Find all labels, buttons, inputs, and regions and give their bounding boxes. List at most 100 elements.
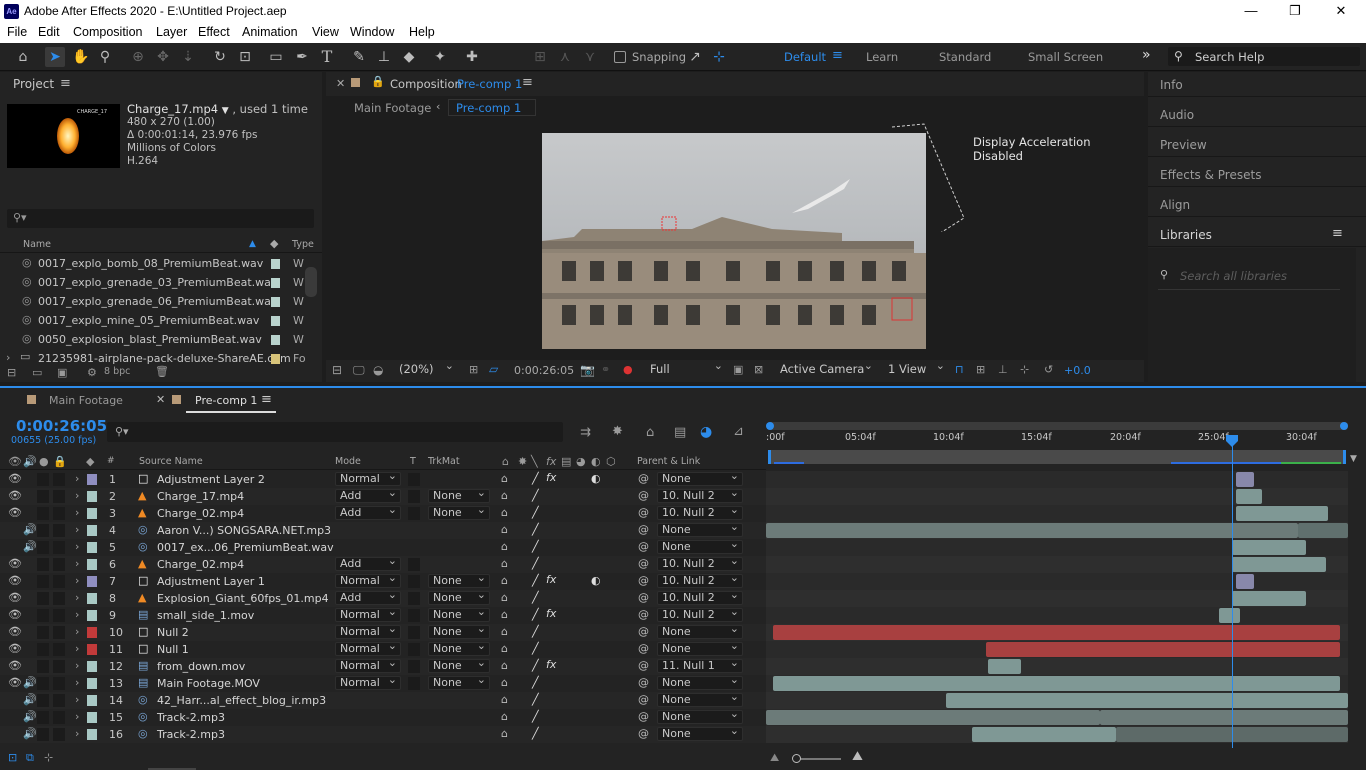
- view-layout-dropdown[interactable]: 1 View: [884, 360, 948, 379]
- parent-dropdown[interactable]: None: [657, 640, 743, 656]
- track-row[interactable]: [766, 641, 1348, 658]
- track-matte-dropdown[interactable]: None: [428, 606, 490, 622]
- shy-switch-icon[interactable]: ⌂: [501, 676, 508, 689]
- layer-duration-bar[interactable]: [1298, 523, 1348, 538]
- preserve-transparency-box[interactable]: [408, 626, 420, 639]
- layer-name[interactable]: Track-2.mp3: [157, 711, 225, 724]
- preserve-transparency-box[interactable]: [408, 507, 420, 520]
- layer-row[interactable]: 👁 › 1 □ Adjustment Layer 2 Normal ⌂ ╱ fx ◐ @ None: [0, 470, 766, 488]
- more-workspaces-icon[interactable]: »: [1142, 47, 1151, 63]
- expand-arrow-icon[interactable]: ›: [75, 693, 79, 706]
- track-row[interactable]: [766, 505, 1348, 522]
- blend-mode-dropdown[interactable]: Add: [335, 487, 401, 503]
- track-matte-dropdown[interactable]: None: [428, 589, 490, 605]
- workspace-default[interactable]: Default: [784, 50, 826, 64]
- reset-exposure-icon[interactable]: ↺: [1044, 363, 1053, 376]
- expand-arrow-icon[interactable]: ›: [75, 472, 79, 485]
- blend-mode-dropdown[interactable]: Normal: [335, 606, 401, 622]
- track-matte-dropdown[interactable]: None: [428, 674, 490, 690]
- parent-dropdown[interactable]: None: [657, 623, 743, 639]
- shy-switch-icon[interactable]: ⌂: [501, 523, 508, 536]
- parent-dropdown[interactable]: None: [657, 691, 743, 707]
- blend-mode-dropdown[interactable]: Normal: [335, 470, 401, 486]
- blend-mode-dropdown[interactable]: Normal: [335, 572, 401, 588]
- brush-tool-icon[interactable]: ✎: [349, 47, 369, 67]
- comp-tab-name[interactable]: Pre-comp 1: [457, 77, 522, 91]
- label-swatch[interactable]: [87, 593, 97, 604]
- pickwhip-icon[interactable]: @: [638, 506, 649, 519]
- pickwhip-icon[interactable]: @: [638, 591, 649, 604]
- shy-switch-icon[interactable]: ⌂: [501, 727, 508, 740]
- quality-switch-icon[interactable]: ╱: [532, 523, 539, 536]
- snap-edges-icon[interactable]: ↗: [685, 47, 705, 67]
- current-time[interactable]: 0:00:26:05: [16, 417, 107, 435]
- project-scrollbar[interactable]: [305, 267, 317, 297]
- lock-box[interactable]: [53, 473, 65, 486]
- comp-flowchart-icon[interactable]: ⊞: [976, 363, 985, 376]
- menu-view[interactable]: View: [312, 25, 339, 39]
- layer-row[interactable]: 🔊 › 14 ◎ 42_Harr...al_effect_blog_ir.mp3 ⌂ ╱ @ N…: [0, 691, 766, 709]
- parent-dropdown[interactable]: 10. Null 2: [657, 504, 743, 520]
- preserve-transparency-box[interactable]: [408, 558, 420, 571]
- pickwhip-icon[interactable]: @: [638, 489, 649, 502]
- parent-dropdown[interactable]: None: [657, 674, 743, 690]
- comp-marker-icon[interactable]: ▼: [1350, 454, 1357, 464]
- transfer-controls-icon[interactable]: ⧉: [26, 751, 34, 765]
- layer-duration-bar[interactable]: [1232, 540, 1306, 555]
- quality-switch-icon[interactable]: ╱: [532, 710, 539, 723]
- close-button[interactable]: ✕: [1318, 0, 1364, 23]
- lock-box[interactable]: [53, 558, 65, 571]
- layer-row[interactable]: 🔊 › 4 ◎ Aaron V...) SONGSARA.NET.mp3 ⌂ ╱ @ None: [0, 521, 766, 539]
- rectangle-tool-icon[interactable]: ▭: [266, 47, 286, 67]
- lock-box[interactable]: [53, 575, 65, 588]
- lock-box[interactable]: [53, 490, 65, 503]
- new-comp-icon[interactable]: ▣: [57, 366, 67, 379]
- layer-name[interactable]: Main Footage.MOV: [157, 677, 260, 690]
- quality-switch-icon[interactable]: ╱: [532, 727, 539, 740]
- layer-duration-bar[interactable]: [1236, 472, 1254, 487]
- menu-window[interactable]: Window: [350, 25, 394, 39]
- exposure-value[interactable]: +0.0: [1064, 364, 1091, 377]
- layer-name[interactable]: small_side_1.mov: [157, 609, 254, 622]
- align-panel-tab[interactable]: Align: [1160, 198, 1190, 212]
- label-swatch[interactable]: [87, 695, 97, 706]
- parent-dropdown[interactable]: None: [657, 538, 743, 554]
- rotation-tool-icon[interactable]: ↻: [210, 47, 230, 67]
- track-matte-dropdown[interactable]: None: [428, 487, 490, 503]
- workspace-menu-icon[interactable]: ≡: [832, 48, 843, 63]
- col-mode[interactable]: Mode: [335, 456, 361, 467]
- expand-arrow-icon[interactable]: ›: [75, 676, 79, 689]
- parent-dropdown[interactable]: 10. Null 2: [657, 589, 743, 605]
- speaker-icon[interactable]: 🔊: [23, 693, 37, 706]
- quality-switch-icon[interactable]: ╱: [532, 557, 539, 570]
- shy-switch-icon[interactable]: ⌂: [501, 540, 508, 553]
- layer-row[interactable]: 👁 › 8 ▲ Explosion_Giant_60fps_01.mp4 Add None ⌂…: [0, 589, 766, 607]
- list-item[interactable]: ◎ 0017_explo_mine_05_PremiumBeat.wav W: [0, 312, 305, 329]
- effects-presets-tab[interactable]: Effects & Presets: [1160, 168, 1261, 182]
- layer-name[interactable]: Charge_02.mp4: [157, 507, 244, 520]
- zoom-slider-thumb[interactable]: [792, 754, 801, 763]
- lock-box[interactable]: [53, 694, 65, 707]
- list-item[interactable]: ◎ 0050_explosion_blast_PremiumBeat.wav W: [0, 331, 305, 348]
- transparency-grid-icon[interactable]: ⊠: [754, 363, 763, 376]
- quality-switch-icon[interactable]: ╱: [532, 472, 539, 485]
- label-swatch[interactable]: [87, 610, 97, 621]
- preserve-transparency-box[interactable]: [408, 677, 420, 690]
- label-swatch[interactable]: [87, 644, 97, 655]
- show-snapshot-icon[interactable]: ⚭: [601, 363, 610, 376]
- draft-3d-icon[interactable]: ✸: [612, 424, 623, 439]
- magnification-dropdown[interactable]: (20%): [395, 360, 457, 379]
- navigator-end-handle[interactable]: [1340, 422, 1348, 430]
- eye-icon[interactable]: 👁: [8, 659, 22, 672]
- layer-row[interactable]: 👁 › 11 □ Null 1 Normal None ⌂ ╱ @ None: [0, 640, 766, 658]
- parent-dropdown[interactable]: None: [657, 521, 743, 537]
- parent-dropdown[interactable]: None: [657, 725, 743, 741]
- layer-row[interactable]: 👁 › 7 □ Adjustment Layer 1 Normal None ⌂ ╱ fx ◐ @10…: [0, 572, 766, 590]
- motion-blur-icon[interactable]: ◕: [700, 424, 712, 440]
- layer-name[interactable]: Adjustment Layer 2: [157, 473, 265, 486]
- layer-row[interactable]: 🔊 › 5 ◎ 0017_ex...06_PremiumBeat.wav ⌂ ╱ @ None: [0, 538, 766, 556]
- track-row[interactable]: [766, 692, 1348, 709]
- blend-mode-dropdown[interactable]: Add: [335, 555, 401, 571]
- speaker-icon[interactable]: 🔊: [23, 676, 37, 689]
- preview-panel-tab[interactable]: Preview: [1160, 138, 1207, 152]
